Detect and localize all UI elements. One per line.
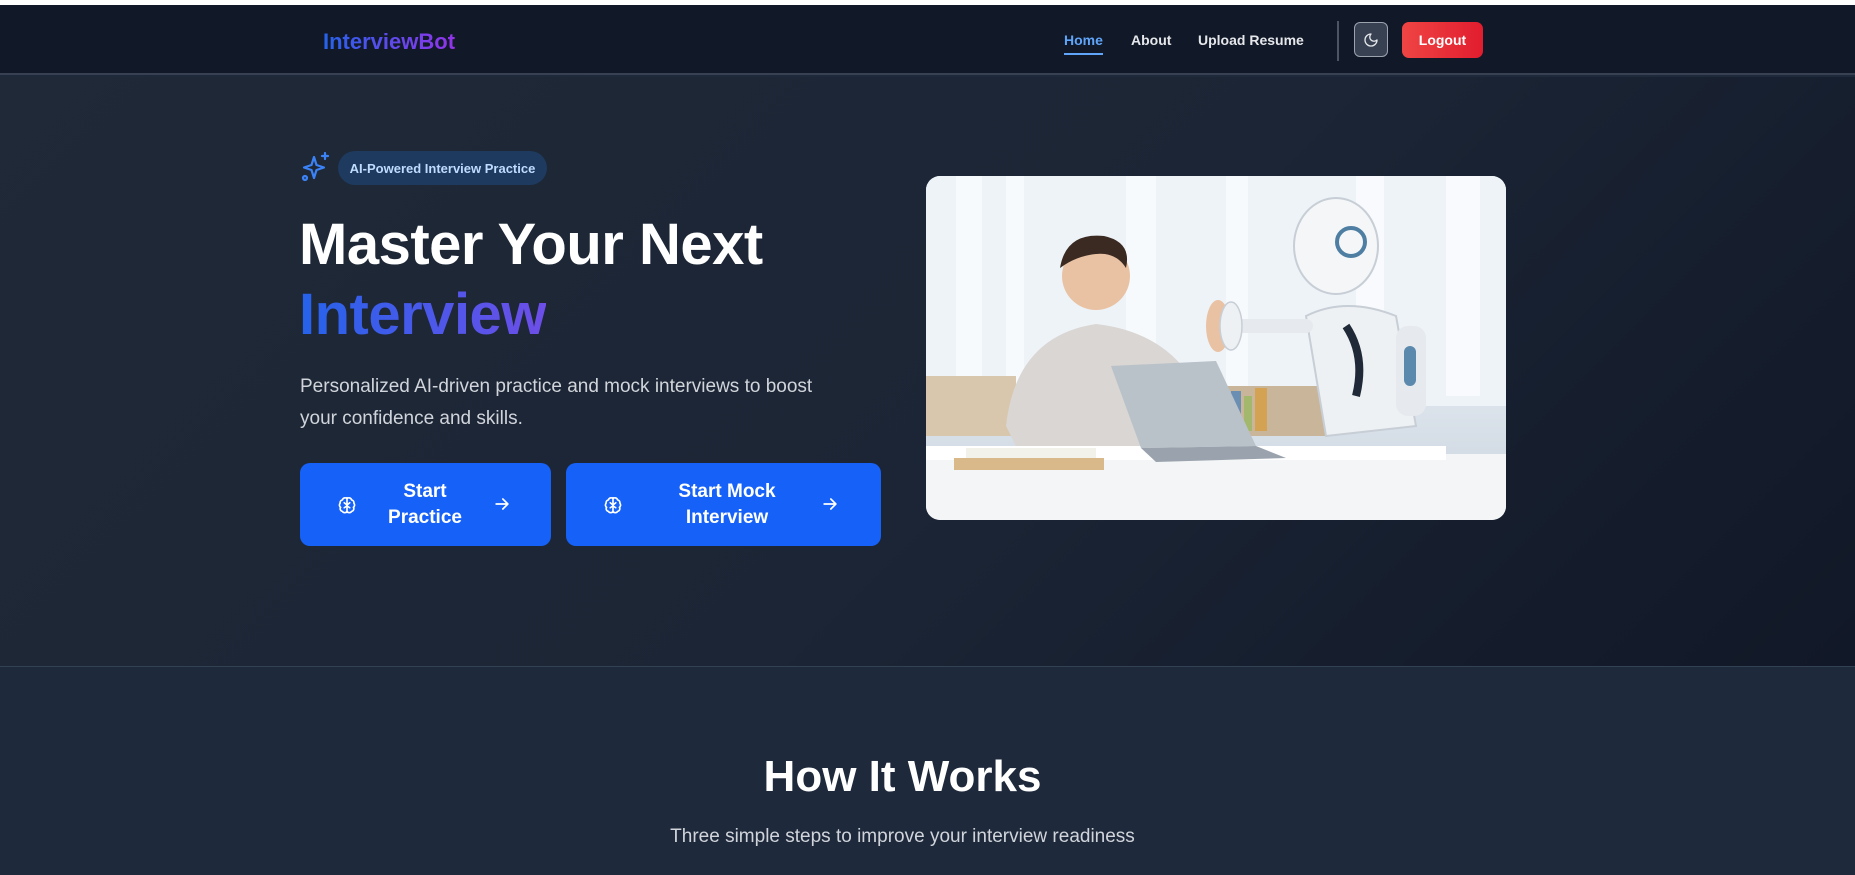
sparkles-icon	[301, 151, 330, 182]
hero-subtitle: Personalized AI-driven practice and mock…	[300, 376, 813, 429]
brain-icon	[604, 496, 622, 514]
nav-link-home[interactable]: Home	[1064, 32, 1103, 55]
hero-title-line1: Master Your Next	[299, 212, 763, 277]
arrow-right-icon	[495, 498, 509, 510]
how-it-works-title: How It Works	[763, 752, 1042, 801]
start-mock-interview-label: Start Mock Interview	[678, 481, 776, 528]
moon-icon	[1364, 32, 1378, 47]
logout-button[interactable]: Logout	[1402, 22, 1483, 58]
navbar: InterviewBot Home About Upload Resume Lo…	[0, 5, 1855, 75]
how-it-works-subtitle: Three simple steps to improve your inter…	[670, 826, 1135, 847]
nav-link-about[interactable]: About	[1131, 32, 1171, 48]
theme-toggle-button[interactable]	[1354, 22, 1388, 57]
brain-icon	[338, 496, 356, 514]
brand-logo[interactable]: InterviewBot	[323, 29, 455, 55]
start-mock-interview-button[interactable]: Start Mock Interview	[566, 463, 881, 546]
hero-title: Master Your Next Interview	[299, 210, 763, 350]
start-practice-label: Start Practice	[388, 481, 462, 528]
student-robot-illustration	[926, 176, 1506, 520]
hero-title-line2: Interview	[299, 282, 546, 347]
nav-link-upload-resume[interactable]: Upload Resume	[1198, 32, 1304, 48]
hero-image	[926, 176, 1506, 520]
hero-badge: AI-Powered Interview Practice	[338, 151, 547, 185]
start-practice-button[interactable]: Start Practice	[300, 463, 551, 546]
arrow-right-icon	[823, 498, 837, 510]
nav-divider	[1337, 21, 1339, 61]
